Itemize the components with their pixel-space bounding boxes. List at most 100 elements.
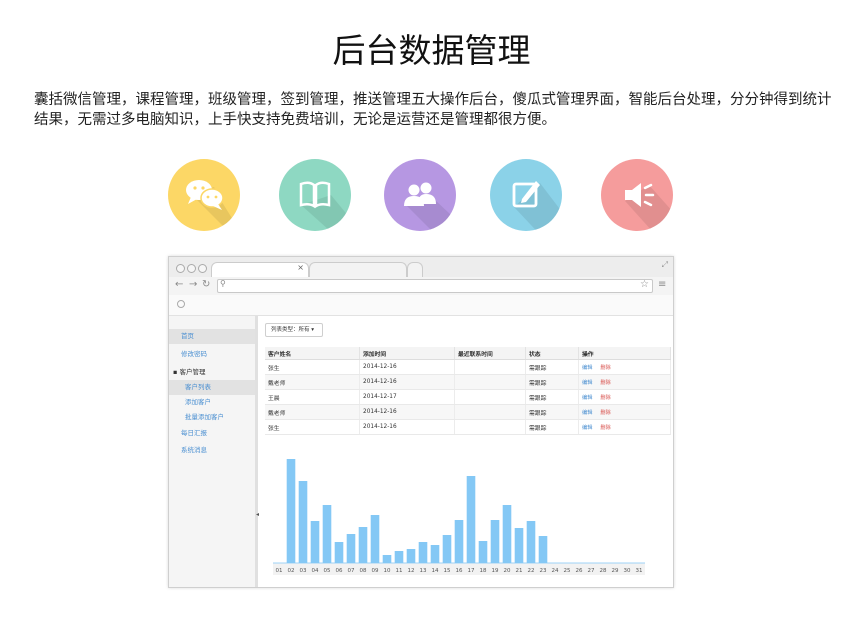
cell-actions: 编辑 删除 xyxy=(578,374,671,390)
x-tick-label: 20 xyxy=(504,568,511,574)
delete-link[interactable]: 删除 xyxy=(600,410,610,416)
menu-icon[interactable]: ≡ xyxy=(658,279,666,290)
collapse-handle-icon[interactable]: ◂ xyxy=(256,511,259,518)
x-tick-label: 21 xyxy=(516,568,523,574)
chart-bar xyxy=(358,527,368,563)
window-close-dot[interactable] xyxy=(176,264,185,273)
x-tick-label: 24 xyxy=(552,568,559,574)
back-icon[interactable]: ← xyxy=(175,279,183,290)
chart-bar xyxy=(490,520,500,563)
users-icon xyxy=(384,159,456,231)
x-tick-label: 09 xyxy=(372,568,379,574)
chart-bar xyxy=(442,535,452,563)
sidebar-item-bulk-add[interactable]: 批量添加客户 xyxy=(169,410,255,425)
sidebar-item-customer-list[interactable]: 客户列表 xyxy=(169,380,255,395)
x-tick-label: 25 xyxy=(564,568,571,574)
table-row: 张生 2014-12-16 需跟踪 编辑 删除 xyxy=(265,359,671,375)
browser-tab-active[interactable]: × xyxy=(211,262,309,278)
forward-icon[interactable]: → xyxy=(189,279,197,290)
cell-name: 张生 xyxy=(265,419,360,435)
table-row: 王晨 2014-12-17 需跟踪 编辑 删除 xyxy=(265,389,671,405)
chart-bar xyxy=(286,459,296,563)
loading-circle-icon xyxy=(177,300,185,308)
x-tick-label: 10 xyxy=(384,568,391,574)
page-description: 囊括微信管理，课程管理，班级管理，签到管理，推送管理五大操作后台，傻瓜式管理界面… xyxy=(34,92,832,128)
tab-close-icon[interactable]: × xyxy=(297,263,304,272)
page-toolbar xyxy=(169,295,673,316)
edit-link[interactable]: 编辑 xyxy=(582,380,592,386)
url-input[interactable]: ⚲ xyxy=(217,279,653,293)
x-tick-label: 26 xyxy=(576,568,583,574)
sidebar-item-daily-report[interactable]: 每日汇报 xyxy=(169,426,255,441)
column-header: 客户姓名 xyxy=(265,347,360,360)
reload-icon[interactable]: ↻ xyxy=(202,279,210,290)
sidebar-item-add-customer[interactable]: 添加客户 xyxy=(169,395,255,410)
x-tick-label: 04 xyxy=(312,568,319,574)
x-tick-label: 03 xyxy=(300,568,307,574)
daily-bar-chart: 01 02 03 04 05 06 07 08 09 10 11 12 13 14 15 16 17 18 19 20… xyxy=(273,459,645,575)
cell-contact xyxy=(454,359,526,375)
window-maximize-dot[interactable] xyxy=(198,264,207,273)
edit-link[interactable]: 编辑 xyxy=(582,425,592,431)
browser-window: × ⤢ ← → ↻ ⚲ ☆ ≡ 首页 修改密码 ▪ 客户管理 客户列表 添加客户… xyxy=(168,256,674,588)
x-tick-label: 17 xyxy=(468,568,475,574)
chart-bar xyxy=(334,542,344,563)
cell-added: 2014-12-16 xyxy=(359,359,455,375)
cell-name: 戴老师 xyxy=(265,374,360,390)
cell-status: 需跟踪 xyxy=(525,389,579,405)
x-tick-label: 23 xyxy=(540,568,547,574)
sidebar-group-customers[interactable]: ▪ 客户管理 xyxy=(169,365,255,380)
new-tab-button[interactable] xyxy=(407,262,423,278)
wechat-icon xyxy=(168,159,240,231)
x-tick-label: 08 xyxy=(360,568,367,574)
chart-bar xyxy=(406,549,416,563)
chart-bar xyxy=(370,515,380,563)
cell-status: 需跟踪 xyxy=(525,404,579,420)
x-tick-label: 31 xyxy=(636,568,643,574)
list-type-dropdown[interactable]: 列表类型：所有 ▾ xyxy=(265,323,323,337)
browser-tab-bar: × ⤢ xyxy=(169,257,673,278)
address-bar: ← → ↻ ⚲ ☆ ≡ xyxy=(169,277,673,296)
chart-bar xyxy=(454,520,464,563)
chart-bar xyxy=(310,521,320,563)
cell-contact xyxy=(454,374,526,390)
x-tick-label: 29 xyxy=(612,568,619,574)
window-minimize-dot[interactable] xyxy=(187,264,196,273)
cell-name: 王晨 xyxy=(265,389,360,405)
sidebar-item-change-password[interactable]: 修改密码 xyxy=(169,347,255,362)
cell-contact xyxy=(454,389,526,405)
cell-added: 2014-12-16 xyxy=(359,374,455,390)
x-tick-label: 14 xyxy=(432,568,439,574)
chart-bar xyxy=(394,551,404,563)
fullscreen-icon[interactable]: ⤢ xyxy=(662,260,668,270)
megaphone-icon xyxy=(601,159,673,231)
browser-tab[interactable] xyxy=(309,262,407,278)
cell-added: 2014-12-17 xyxy=(359,389,455,405)
sidebar-item-home[interactable]: 首页 xyxy=(169,329,255,344)
edit-icon xyxy=(490,159,562,231)
customer-table: 客户姓名 添加时间 最近联系时间 状态 操作 张生 2014-12-16 需跟踪… xyxy=(265,347,671,435)
chart-bar xyxy=(478,541,488,563)
admin-sidebar: 首页 修改密码 ▪ 客户管理 客户列表 添加客户 批量添加客户 每日汇报 系统消… xyxy=(169,316,259,587)
chart-bar xyxy=(502,505,512,563)
cell-name: 戴老师 xyxy=(265,404,360,420)
table-row: 戴老师 2014-12-16 需跟踪 编辑 删除 xyxy=(265,374,671,390)
delete-link[interactable]: 删除 xyxy=(600,395,610,401)
chart-bar xyxy=(430,545,440,563)
chart-bar xyxy=(322,505,332,563)
x-tick-label: 11 xyxy=(396,568,403,574)
delete-link[interactable]: 删除 xyxy=(600,380,610,386)
delete-link[interactable]: 删除 xyxy=(600,425,610,431)
bookmark-star-icon[interactable]: ☆ xyxy=(640,279,649,290)
edit-link[interactable]: 编辑 xyxy=(582,395,592,401)
sidebar-item-system-messages[interactable]: 系统消息 xyxy=(169,443,255,458)
cell-actions: 编辑 删除 xyxy=(578,389,671,405)
x-tick-label: 07 xyxy=(348,568,355,574)
chart-bar xyxy=(346,534,356,563)
chart-bar xyxy=(514,528,524,563)
delete-link[interactable]: 删除 xyxy=(600,365,610,371)
edit-link[interactable]: 编辑 xyxy=(582,365,592,371)
x-tick-label: 27 xyxy=(588,568,595,574)
column-header: 状态 xyxy=(525,347,579,360)
edit-link[interactable]: 编辑 xyxy=(582,410,592,416)
